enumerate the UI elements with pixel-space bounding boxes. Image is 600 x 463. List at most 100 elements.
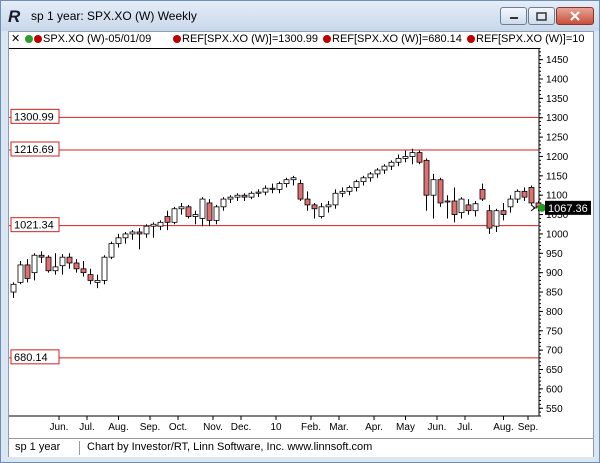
minimize-button[interactable] <box>500 7 527 25</box>
legend-item-ref3[interactable]: REF[SPX.XO (W)]=10 <box>467 32 585 47</box>
candle[interactable] <box>430 173 437 219</box>
candle[interactable] <box>87 268 94 285</box>
candle[interactable] <box>129 230 136 240</box>
candle[interactable] <box>395 154 402 167</box>
candlestick-chart[interactable]: 5506006507007508008509009501000105011001… <box>9 48 593 438</box>
candle[interactable] <box>178 202 185 215</box>
candle[interactable] <box>423 158 430 211</box>
candle[interactable] <box>24 259 31 283</box>
maximize-button[interactable] <box>528 7 555 25</box>
candle[interactable] <box>444 195 451 219</box>
candle[interactable] <box>381 164 388 174</box>
candle[interactable] <box>325 201 332 213</box>
candle[interactable] <box>472 201 479 217</box>
candle[interactable] <box>241 193 248 202</box>
candle[interactable] <box>255 189 262 198</box>
candle[interactable] <box>514 189 521 203</box>
legend-label: REF[SPX.XO (W)]=1300.99 <box>182 33 319 45</box>
candle[interactable] <box>367 171 374 182</box>
candle[interactable] <box>66 253 73 269</box>
candle[interactable] <box>479 183 486 202</box>
candle[interactable] <box>101 255 108 285</box>
candle[interactable] <box>402 150 409 163</box>
candle[interactable] <box>318 202 325 219</box>
candle[interactable] <box>332 189 339 209</box>
candle[interactable] <box>507 195 514 213</box>
candle-body <box>395 158 402 163</box>
candle[interactable] <box>73 259 80 273</box>
candle[interactable] <box>192 210 199 225</box>
candle[interactable] <box>213 204 220 225</box>
candle[interactable] <box>108 241 115 260</box>
candle[interactable] <box>388 160 395 171</box>
candle[interactable] <box>143 224 150 238</box>
candle[interactable] <box>136 228 143 250</box>
legend-close-icon[interactable]: ✕ <box>11 32 20 47</box>
candle[interactable] <box>227 195 234 203</box>
candle[interactable] <box>115 233 122 248</box>
candle[interactable] <box>486 204 493 234</box>
red-dot-icon <box>467 35 475 43</box>
candle[interactable] <box>157 220 164 231</box>
candle[interactable] <box>94 274 101 289</box>
candle[interactable] <box>199 197 206 227</box>
candle[interactable] <box>17 261 24 285</box>
candle-body <box>171 208 178 223</box>
candle[interactable] <box>521 187 528 202</box>
y-tick-label: 1100 <box>546 191 568 202</box>
candle[interactable] <box>164 210 171 231</box>
candle[interactable] <box>122 232 129 244</box>
y-tick-label: 750 <box>546 326 563 337</box>
title-bar[interactable]: R sp 1 year: SPX.XO (W) Weekly <box>1 1 599 31</box>
candle[interactable] <box>276 181 283 194</box>
candle[interactable] <box>38 251 45 263</box>
candle[interactable] <box>437 177 444 207</box>
candle[interactable] <box>290 175 297 186</box>
legend-item-ref2[interactable]: REF[SPX.XO (W)]=680.14 <box>323 32 462 47</box>
candle[interactable] <box>248 191 255 200</box>
candle[interactable] <box>311 202 318 219</box>
candle[interactable] <box>185 204 192 219</box>
candle[interactable] <box>206 199 213 227</box>
candle[interactable] <box>346 185 353 196</box>
candle[interactable] <box>283 177 290 188</box>
legend-item-ref1[interactable]: REF[SPX.XO (W)]=1300.99 <box>173 32 318 47</box>
candle[interactable] <box>31 253 38 281</box>
candle[interactable] <box>451 187 458 223</box>
candle[interactable] <box>409 148 416 165</box>
x-tick-label: Sep. <box>518 422 539 433</box>
legend-item-price[interactable]: SPX.XO (W)-05/01/09 <box>25 32 151 47</box>
reference-label: 1216.69 <box>14 144 54 156</box>
candle[interactable] <box>500 202 507 221</box>
candle[interactable] <box>10 282 17 298</box>
candle[interactable] <box>150 222 157 238</box>
candle-body <box>479 188 486 200</box>
candle[interactable] <box>304 191 311 211</box>
candle[interactable] <box>59 254 66 275</box>
candle[interactable] <box>45 255 52 273</box>
candle[interactable] <box>262 185 269 196</box>
candle[interactable] <box>493 208 500 232</box>
candle-body <box>164 216 171 223</box>
candle[interactable] <box>458 197 465 219</box>
candle[interactable] <box>339 187 346 198</box>
candle-body <box>367 173 374 179</box>
y-tick-label: 650 <box>546 365 563 376</box>
candle-body <box>318 206 325 217</box>
candle[interactable] <box>269 183 276 194</box>
candle[interactable] <box>171 206 178 225</box>
candle[interactable] <box>416 150 423 165</box>
x-tick-label: Jun. <box>50 422 69 433</box>
candle[interactable] <box>80 261 87 277</box>
candle[interactable] <box>220 197 227 211</box>
y-tick-label: 1000 <box>546 229 569 240</box>
candle[interactable] <box>360 175 367 186</box>
candle[interactable] <box>374 168 381 178</box>
candle[interactable] <box>465 199 472 215</box>
candle[interactable] <box>52 253 59 275</box>
candle[interactable] <box>528 185 535 205</box>
candle[interactable] <box>297 179 304 202</box>
close-button[interactable] <box>556 7 594 25</box>
candle[interactable] <box>234 193 241 202</box>
candle[interactable] <box>353 179 360 192</box>
